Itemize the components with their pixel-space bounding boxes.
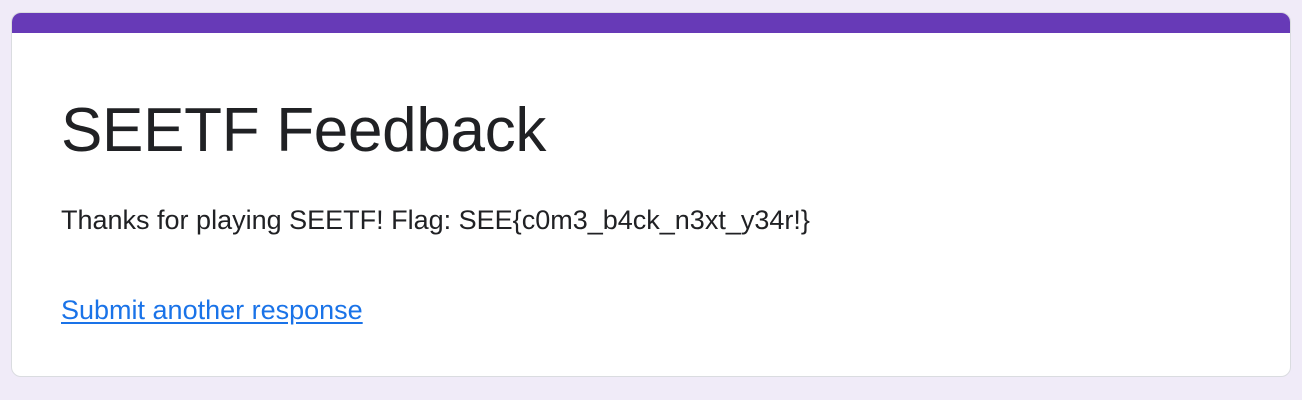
form-title: SEETF Feedback (61, 96, 547, 165)
submit-another-response-link[interactable]: Submit another response (61, 293, 363, 328)
confirmation-card: SEETF Feedback Thanks for playing SEETF!… (11, 12, 1291, 377)
confirmation-message: Thanks for playing SEETF! Flag: SEE{c0m3… (61, 205, 810, 235)
form-page: SEETF Feedback Thanks for playing SEETF!… (0, 0, 1302, 400)
card-accent-bar (12, 13, 1290, 33)
